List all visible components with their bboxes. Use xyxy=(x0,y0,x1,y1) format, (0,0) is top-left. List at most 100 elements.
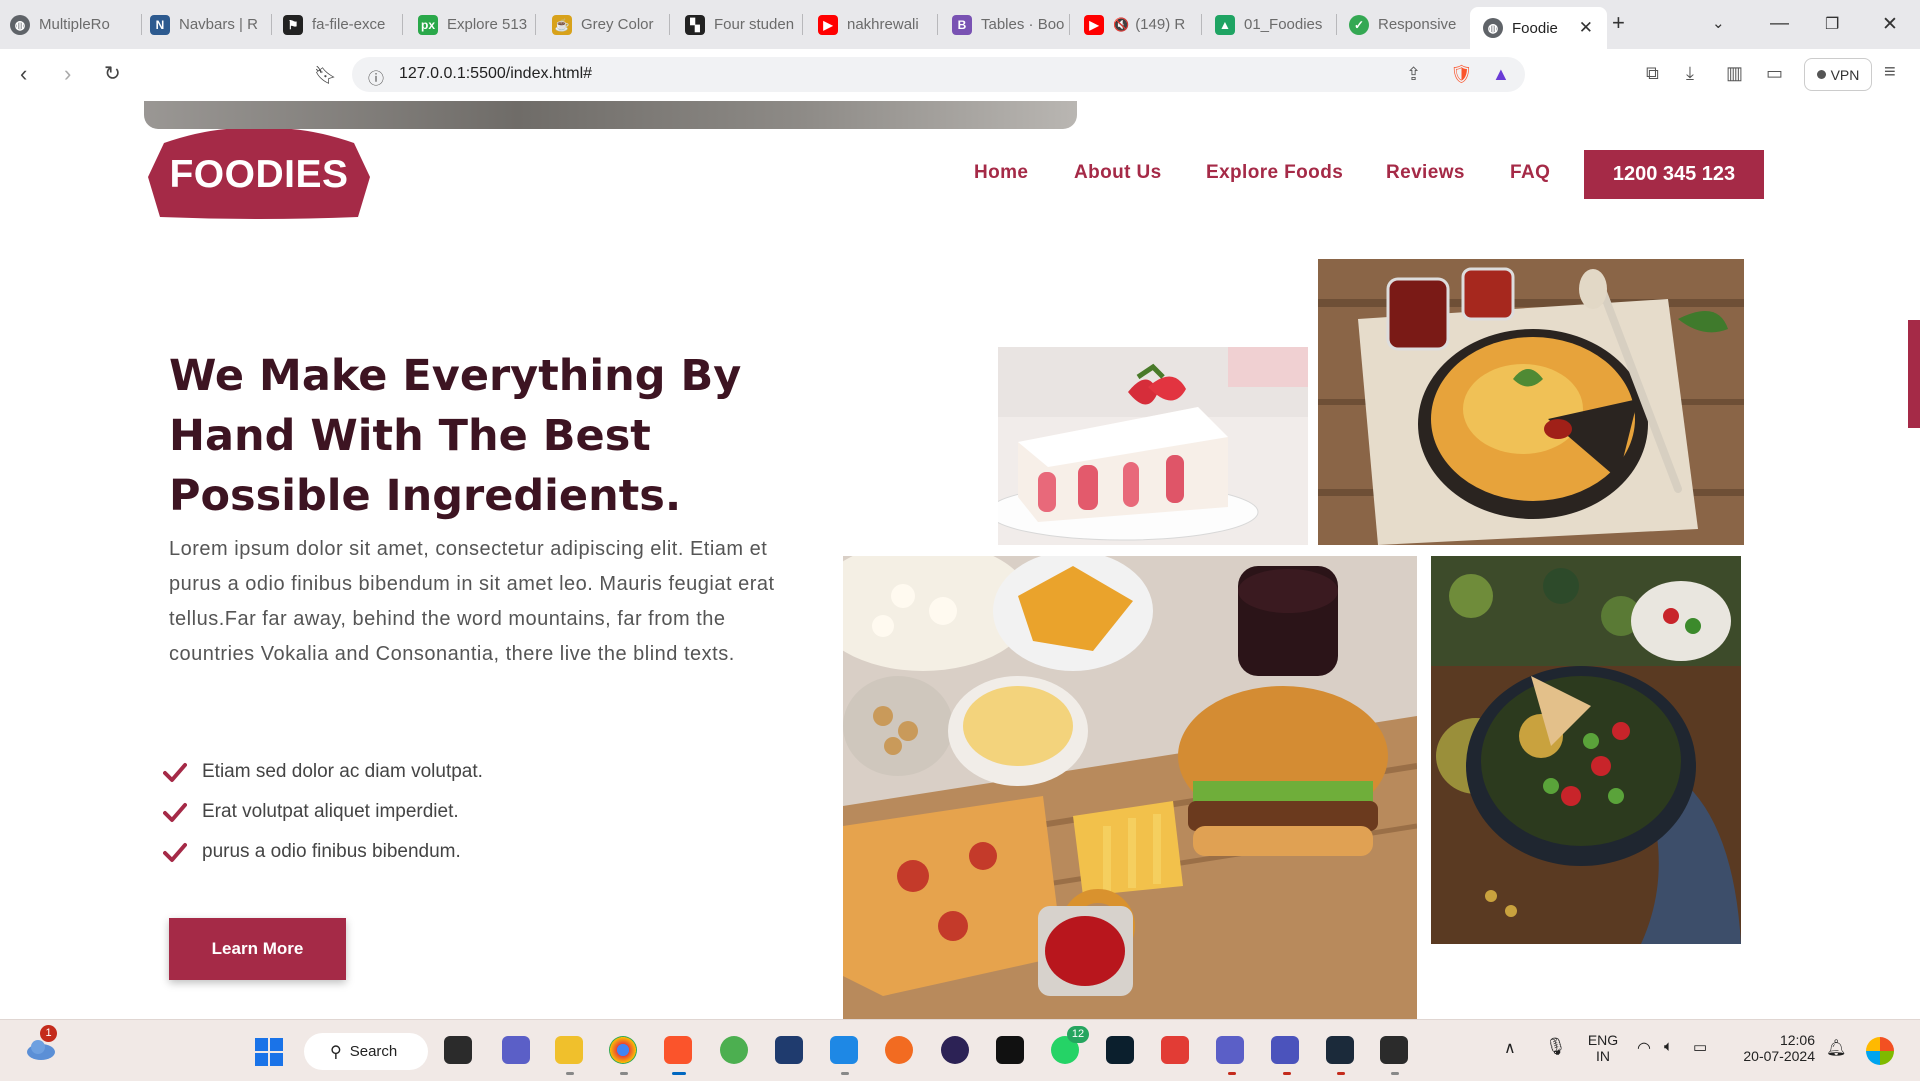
browser-tab[interactable]: N Navbars | R xyxy=(150,6,272,43)
database-app-icon[interactable] xyxy=(1326,1036,1354,1064)
battery-icon[interactable]: ▭ xyxy=(1693,1038,1707,1056)
extensions-icon[interactable]: ⧉ xyxy=(1646,63,1659,84)
brave-rewards-icon[interactable]: ▲ xyxy=(1492,64,1510,85)
browser-tab[interactable]: px Explore 513 xyxy=(418,6,536,43)
notification-bell-icon[interactable]: 🔔︎ xyxy=(1826,1038,1846,1058)
browser-tab-active[interactable]: ◍ Foodie ✕ xyxy=(1470,7,1607,49)
navbars-app-icon: N xyxy=(150,14,170,35)
flag-icon: ⚑ xyxy=(283,14,303,35)
anydesk-icon[interactable] xyxy=(1161,1036,1189,1064)
eclipse-icon[interactable] xyxy=(941,1036,969,1064)
browser-tab[interactable]: ▶ 🔇 (149) R xyxy=(1084,6,1202,43)
logo-text: FOODIES xyxy=(169,153,349,196)
terminal-app-icon[interactable] xyxy=(1106,1036,1134,1064)
volume-muted-icon[interactable]: 🔈︎ xyxy=(1664,1038,1673,1055)
language-code: ENG xyxy=(1587,1032,1619,1048)
file-explorer-icon[interactable] xyxy=(555,1036,583,1064)
url-text[interactable]: 127.0.0.1:5500/index.html# xyxy=(399,65,592,83)
whatsapp-badge: 12 xyxy=(1067,1026,1089,1043)
tray-chevron-icon[interactable]: ∧ xyxy=(1504,1038,1516,1058)
brave-icon[interactable] xyxy=(664,1036,692,1064)
side-tab[interactable] xyxy=(1908,320,1920,428)
teams-icon[interactable] xyxy=(502,1036,530,1064)
chrome-icon[interactable] xyxy=(609,1036,637,1064)
vpn-button[interactable]: VPN xyxy=(1804,58,1872,91)
running-indicator xyxy=(1391,1072,1399,1075)
nav-about-us[interactable]: About Us xyxy=(1074,162,1162,184)
reload-icon[interactable]: ↻ xyxy=(104,62,121,86)
running-indicator xyxy=(1337,1072,1345,1075)
intro-paragraph: Lorem ipsum dolor sit amet, consectetur … xyxy=(169,538,775,665)
list-item-text: Erat volutpat aliquet imperdiet. xyxy=(202,801,459,822)
tab-title: Four studen xyxy=(714,16,795,33)
language-indicator[interactable]: ENG IN xyxy=(1585,1032,1621,1064)
menu-icon[interactable]: ≡ xyxy=(1884,61,1896,84)
youtube-icon: ▶ xyxy=(818,14,838,35)
share-icon[interactable]: ⇪ xyxy=(1406,64,1421,85)
sidebar-icon[interactable]: ▥ xyxy=(1726,63,1743,84)
weather-badge: 1 xyxy=(40,1025,57,1042)
fast-food-image xyxy=(843,556,1417,1019)
logo[interactable]: FOODIES xyxy=(146,128,372,221)
running-indicator xyxy=(1283,1072,1291,1075)
copilot-icon[interactable] xyxy=(1866,1037,1894,1065)
mysql-workbench-icon[interactable] xyxy=(775,1036,803,1064)
wifi-icon[interactable]: ◠ xyxy=(1637,1038,1651,1058)
nav-home[interactable]: Home xyxy=(974,162,1028,184)
bookmark-icon[interactable]: 🔖︎ xyxy=(314,63,337,87)
phone-button[interactable]: 1200 345 123 xyxy=(1584,150,1764,199)
teams-new-icon[interactable] xyxy=(1216,1036,1244,1064)
address-bar[interactable]: ⓘ 127.0.0.1:5500/index.html# ⇪ 🛡︎ ▲ xyxy=(352,57,1525,92)
brave-shields-icon[interactable]: 🛡︎ xyxy=(1450,64,1473,85)
new-tab-icon[interactable]: + xyxy=(1612,10,1625,36)
intellij-icon[interactable] xyxy=(996,1036,1024,1064)
learn-more-button[interactable]: Learn More xyxy=(169,918,346,980)
px-icon: px xyxy=(418,14,438,35)
taskbar-search[interactable]: ⚲ Search xyxy=(304,1033,428,1070)
close-window-icon[interactable]: ✕ xyxy=(1882,13,1898,36)
restore-icon[interactable]: ❐ xyxy=(1825,14,1839,34)
springtool-icon[interactable] xyxy=(720,1036,748,1064)
nav-reviews[interactable]: Reviews xyxy=(1386,162,1465,184)
close-tab-icon[interactable]: ✕ xyxy=(1579,18,1593,38)
globe-icon: ◍ xyxy=(10,14,30,35)
wallet-icon[interactable]: ▭ xyxy=(1766,63,1783,84)
start-button[interactable] xyxy=(255,1038,283,1066)
task-view-icon[interactable] xyxy=(444,1036,472,1064)
muted-speaker-icon[interactable]: 🔇 xyxy=(1113,17,1129,33)
back-icon[interactable]: ‹ xyxy=(20,62,27,86)
browser-tab[interactable]: ◍ MultipleRo xyxy=(10,6,142,43)
clock[interactable]: 12:06 20-07-2024 xyxy=(1735,1032,1815,1064)
page-title: We Make Everything By Hand With The Best… xyxy=(169,351,742,521)
browser-tab[interactable]: B Tables · Boo xyxy=(952,6,1070,43)
active-indicator xyxy=(672,1072,686,1075)
cake-image xyxy=(998,347,1308,545)
browser-tab[interactable]: ☕ Grey Color xyxy=(552,6,670,43)
tab-search-chevron-icon[interactable]: ⌄ xyxy=(1712,14,1725,32)
blocks-icon: ▚ xyxy=(685,14,705,35)
site-info-icon[interactable]: ⓘ xyxy=(368,65,384,89)
forward-icon[interactable]: › xyxy=(64,62,71,86)
nav-faq[interactable]: FAQ xyxy=(1510,162,1550,184)
nav-explore-foods[interactable]: Explore Foods xyxy=(1206,162,1343,184)
downloads-icon[interactable]: ⤓ xyxy=(1686,63,1694,84)
browser-tab[interactable]: ⚑ fa-file-exce xyxy=(283,6,403,43)
microphone-icon[interactable]: 🎙︎ xyxy=(1545,1037,1567,1057)
vscode-icon[interactable] xyxy=(830,1036,858,1064)
command-prompt-icon[interactable] xyxy=(1380,1036,1408,1064)
minimize-icon[interactable]: — xyxy=(1770,13,1789,35)
tab-title: nakhrewali xyxy=(847,16,919,33)
browser-tab[interactable]: ▲ 01_Foodies xyxy=(1215,6,1337,43)
whatsapp-icon[interactable]: 12 xyxy=(1051,1026,1089,1064)
check-icon xyxy=(163,803,187,822)
previous-section-image xyxy=(144,101,1077,129)
windows-logo-icon xyxy=(255,1038,283,1066)
browser-tab[interactable]: ▚ Four studen xyxy=(685,6,803,43)
tab-title: Tables · Boo xyxy=(981,16,1065,33)
teams-work-icon[interactable] xyxy=(1271,1036,1299,1064)
postman-icon[interactable] xyxy=(885,1036,913,1064)
browser-tab[interactable]: ✓ Responsive xyxy=(1349,6,1469,43)
check-icon xyxy=(163,843,187,862)
weather-widget[interactable]: 1 xyxy=(26,1025,57,1060)
browser-tab[interactable]: ▶ nakhrewali xyxy=(818,6,938,43)
